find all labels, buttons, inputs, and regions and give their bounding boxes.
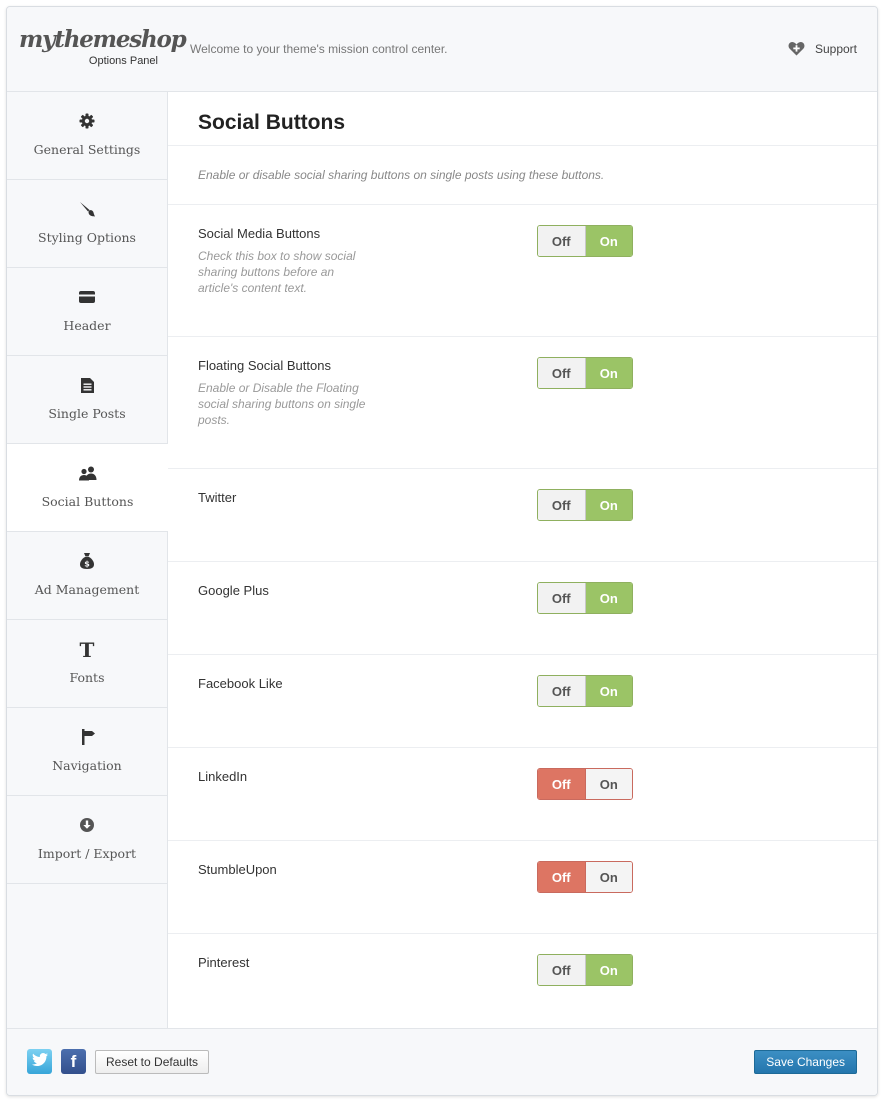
brush-icon: [79, 200, 95, 218]
sidebar-item-label: Single Posts: [48, 406, 126, 421]
gear-icon: [79, 112, 95, 130]
toggle-off-option[interactable]: Off: [538, 583, 586, 613]
sidebar-item-styling-options[interactable]: Styling Options: [7, 180, 167, 268]
toggle-on-option[interactable]: On: [585, 955, 632, 985]
heart-plus-icon: [788, 41, 805, 56]
svg-text:$: $: [84, 560, 90, 569]
reset-to-defaults-button[interactable]: Reset to Defaults: [95, 1050, 210, 1074]
toggle-social-media-buttons[interactable]: Off On: [537, 225, 633, 257]
sidebar-item-label: Styling Options: [38, 230, 136, 245]
logo-subtitle: Options Panel: [88, 55, 158, 67]
toggle-off-option[interactable]: Off: [538, 769, 586, 799]
twitter-button[interactable]: [27, 1049, 52, 1074]
sidebar-item-label: Navigation: [52, 758, 122, 773]
save-changes-button[interactable]: Save Changes: [754, 1050, 857, 1074]
option-title: Floating Social Buttons: [198, 358, 331, 373]
toggle-on-option[interactable]: On: [585, 490, 632, 520]
sidebar-item-social-buttons[interactable]: Social Buttons: [7, 444, 168, 532]
sidebar-item-ad-management[interactable]: $ Ad Management: [7, 532, 167, 620]
font-t-icon: T: [79, 640, 95, 658]
sidebar-item-label: Import / Export: [37, 846, 137, 861]
welcome-text: Welcome to your theme's mission control …: [190, 42, 448, 56]
toggle-on-option[interactable]: On: [585, 358, 632, 388]
option-title: Google Plus: [198, 583, 269, 598]
toggle-off-option[interactable]: Off: [538, 490, 586, 520]
twitter-bird-icon: [31, 1052, 48, 1071]
facebook-f-icon: f: [70, 1052, 77, 1071]
support-label: Support: [814, 41, 857, 56]
toggle-off-option[interactable]: Off: [538, 226, 586, 256]
card-icon: [79, 288, 95, 306]
panel-footer: f Reset to Defaults Save Changes: [7, 1028, 877, 1095]
toggle-stumbleupon[interactable]: Off On: [537, 861, 633, 893]
toggle-off-option[interactable]: Off: [538, 955, 586, 985]
toggle-on-option[interactable]: On: [585, 769, 632, 799]
option-description: Check this box to show social sharing bu…: [198, 249, 356, 295]
sidebar-item-label: General Settings: [33, 142, 141, 157]
option-row-social-media-buttons: Social Media Buttons Check this box to s…: [168, 205, 877, 337]
money-bag-icon: $: [80, 552, 94, 570]
option-row-google-plus: Google Plus Off On: [168, 562, 877, 655]
support-link[interactable]: Support: [788, 41, 857, 56]
sidebar: General Settings Styling Options Header: [7, 92, 168, 1028]
toggle-off-option[interactable]: Off: [538, 676, 586, 706]
logo: mythemeshop Options Panel: [19, 26, 187, 68]
toggle-on-option[interactable]: On: [585, 676, 632, 706]
toggle-linkedin[interactable]: Off On: [537, 768, 633, 800]
document-icon: [80, 376, 94, 394]
toggle-off-option[interactable]: Off: [538, 862, 586, 892]
options-panel: mythemeshop Options Panel Welcome to you…: [6, 6, 878, 1096]
svg-text:T: T: [80, 640, 95, 658]
toggle-google-plus[interactable]: Off On: [537, 582, 633, 614]
option-description: Enable or Disable the Floating social sh…: [198, 381, 366, 427]
facebook-button[interactable]: f: [61, 1049, 86, 1074]
sidebar-item-fonts[interactable]: T Fonts: [7, 620, 167, 708]
content-area: Social Buttons Enable or disable social …: [168, 92, 877, 1028]
sidebar-item-label: Ad Management: [34, 582, 140, 597]
sidebar-item-single-posts[interactable]: Single Posts: [7, 356, 167, 444]
sidebar-item-import-export[interactable]: Import / Export: [7, 796, 167, 884]
option-title: Social Media Buttons: [198, 226, 321, 241]
toggle-off-option[interactable]: Off: [538, 358, 586, 388]
toggle-on-option[interactable]: On: [585, 226, 632, 256]
sidebar-item-label: Header: [63, 318, 111, 333]
option-row-linkedin: LinkedIn Off On: [168, 748, 877, 841]
sidebar-item-header[interactable]: Header: [7, 268, 167, 356]
option-row-pinterest: Pinterest Off On: [168, 934, 877, 1027]
option-title: StumbleUpon: [198, 862, 277, 877]
option-title: Pinterest: [198, 955, 250, 970]
page-title: Social Buttons: [168, 92, 877, 146]
sidebar-item-label: Social Buttons: [41, 494, 134, 509]
toggle-twitter[interactable]: Off On: [537, 489, 633, 521]
option-row-twitter: Twitter Off On: [168, 469, 877, 562]
toggle-on-option[interactable]: On: [585, 583, 632, 613]
signpost-icon: [80, 728, 95, 746]
download-circle-icon: [79, 816, 95, 834]
users-icon: [78, 464, 97, 482]
toggle-on-option[interactable]: On: [585, 862, 632, 892]
logo-text: mythemeshop: [19, 26, 187, 53]
option-row-facebook-like: Facebook Like Off On: [168, 655, 877, 748]
toggle-pinterest[interactable]: Off On: [537, 954, 633, 986]
sidebar-item-label: Fonts: [69, 670, 105, 685]
option-title: LinkedIn: [198, 769, 248, 784]
page-description: Enable or disable social sharing buttons…: [168, 146, 877, 205]
option-row-stumbleupon: StumbleUpon Off On: [168, 841, 877, 934]
sidebar-item-navigation[interactable]: Navigation: [7, 708, 167, 796]
option-title: Facebook Like: [198, 676, 283, 691]
option-title: Twitter: [198, 490, 237, 505]
toggle-floating-social-buttons[interactable]: Off On: [537, 357, 633, 389]
panel-header: mythemeshop Options Panel Welcome to you…: [7, 7, 877, 92]
toggle-facebook-like[interactable]: Off On: [537, 675, 633, 707]
option-row-floating-social-buttons: Floating Social Buttons Enable or Disabl…: [168, 337, 877, 469]
sidebar-item-general-settings[interactable]: General Settings: [7, 92, 167, 180]
